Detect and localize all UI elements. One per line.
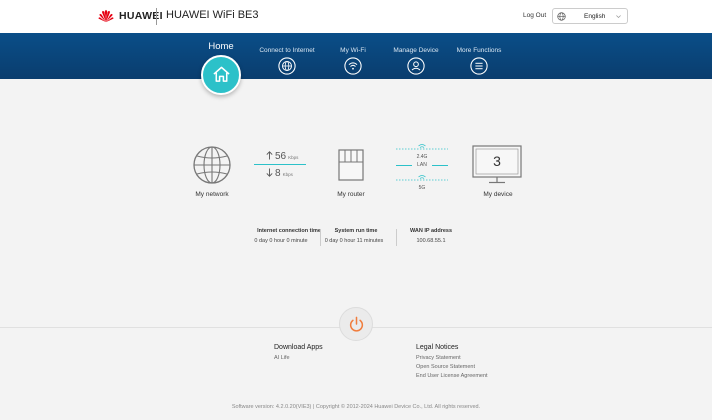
my-network-label: My network [195, 191, 229, 198]
nav-more-functions-label: More Functions [456, 47, 502, 54]
main-nav: Home Connect to Internet My Wi-Fi Manage… [0, 33, 712, 79]
language-select[interactable]: English [552, 8, 628, 24]
wan-link-line [254, 164, 306, 165]
brand-logo: HUAWEI [97, 9, 163, 23]
device-count: 3 [493, 153, 501, 169]
wan-ip-value: 100.68.55.1 [416, 238, 446, 244]
download-speed-unit: Kbps [282, 172, 293, 177]
band-24g-label: 2.4G [416, 154, 428, 160]
download-speed: 8 Kbps [275, 168, 293, 179]
wan-ip-label: WAN IP address [409, 228, 453, 234]
logout-link[interactable]: Log Out [523, 12, 546, 19]
device-monitor[interactable]: 3 [472, 145, 522, 185]
home-button[interactable] [201, 55, 241, 95]
eula-link[interactable]: End User License Agreement [416, 373, 488, 379]
product-title: HUAWEI WiFi BE3 [166, 9, 259, 21]
home-icon [213, 66, 230, 82]
wifi-icon [344, 57, 362, 75]
power-icon [349, 316, 364, 332]
network-globe-icon[interactable] [192, 145, 232, 185]
legal-notices-heading: Legal Notices [416, 344, 459, 351]
upload-speed-unit: Kbps [288, 155, 299, 160]
open-source-statement-link[interactable]: Open Source Statement [416, 364, 475, 370]
band-5g-label: 5G [418, 185, 426, 191]
wifi-24g-icon [396, 144, 448, 150]
language-value: English [584, 13, 606, 20]
download-apps-heading: Download Apps [274, 344, 323, 351]
huawei-logo-icon [98, 9, 114, 23]
upload-arrow-icon [266, 151, 273, 160]
my-device-label: My device [483, 191, 513, 198]
wifi-5g-icon [396, 175, 448, 181]
download-arrow-icon [266, 168, 273, 177]
power-button[interactable] [339, 307, 373, 341]
globe-icon [557, 12, 566, 21]
download-speed-value: 8 [275, 168, 281, 179]
menu-icon [470, 57, 488, 75]
upload-speed-value: 56 [275, 151, 287, 162]
upload-speed: 56 Kbps [275, 151, 298, 162]
header-divider [156, 8, 157, 25]
globe-icon [278, 57, 296, 75]
privacy-statement-link[interactable]: Privacy Statement [416, 355, 461, 361]
user-icon [407, 57, 425, 75]
ai-life-link[interactable]: AI Life [274, 355, 290, 361]
router-icon[interactable] [336, 147, 366, 183]
nav-more-functions[interactable]: More Functions [434, 33, 524, 75]
chevron-down-icon [616, 15, 621, 19]
top-header: HUAWEI HUAWEI WiFi BE3 Log Out English [0, 0, 712, 33]
copyright-text: Software version: 4.2.0.20(VIE3) | Copyr… [231, 404, 481, 410]
my-router-label: My router [337, 191, 365, 198]
band-lan-label: LAN [412, 161, 432, 168]
